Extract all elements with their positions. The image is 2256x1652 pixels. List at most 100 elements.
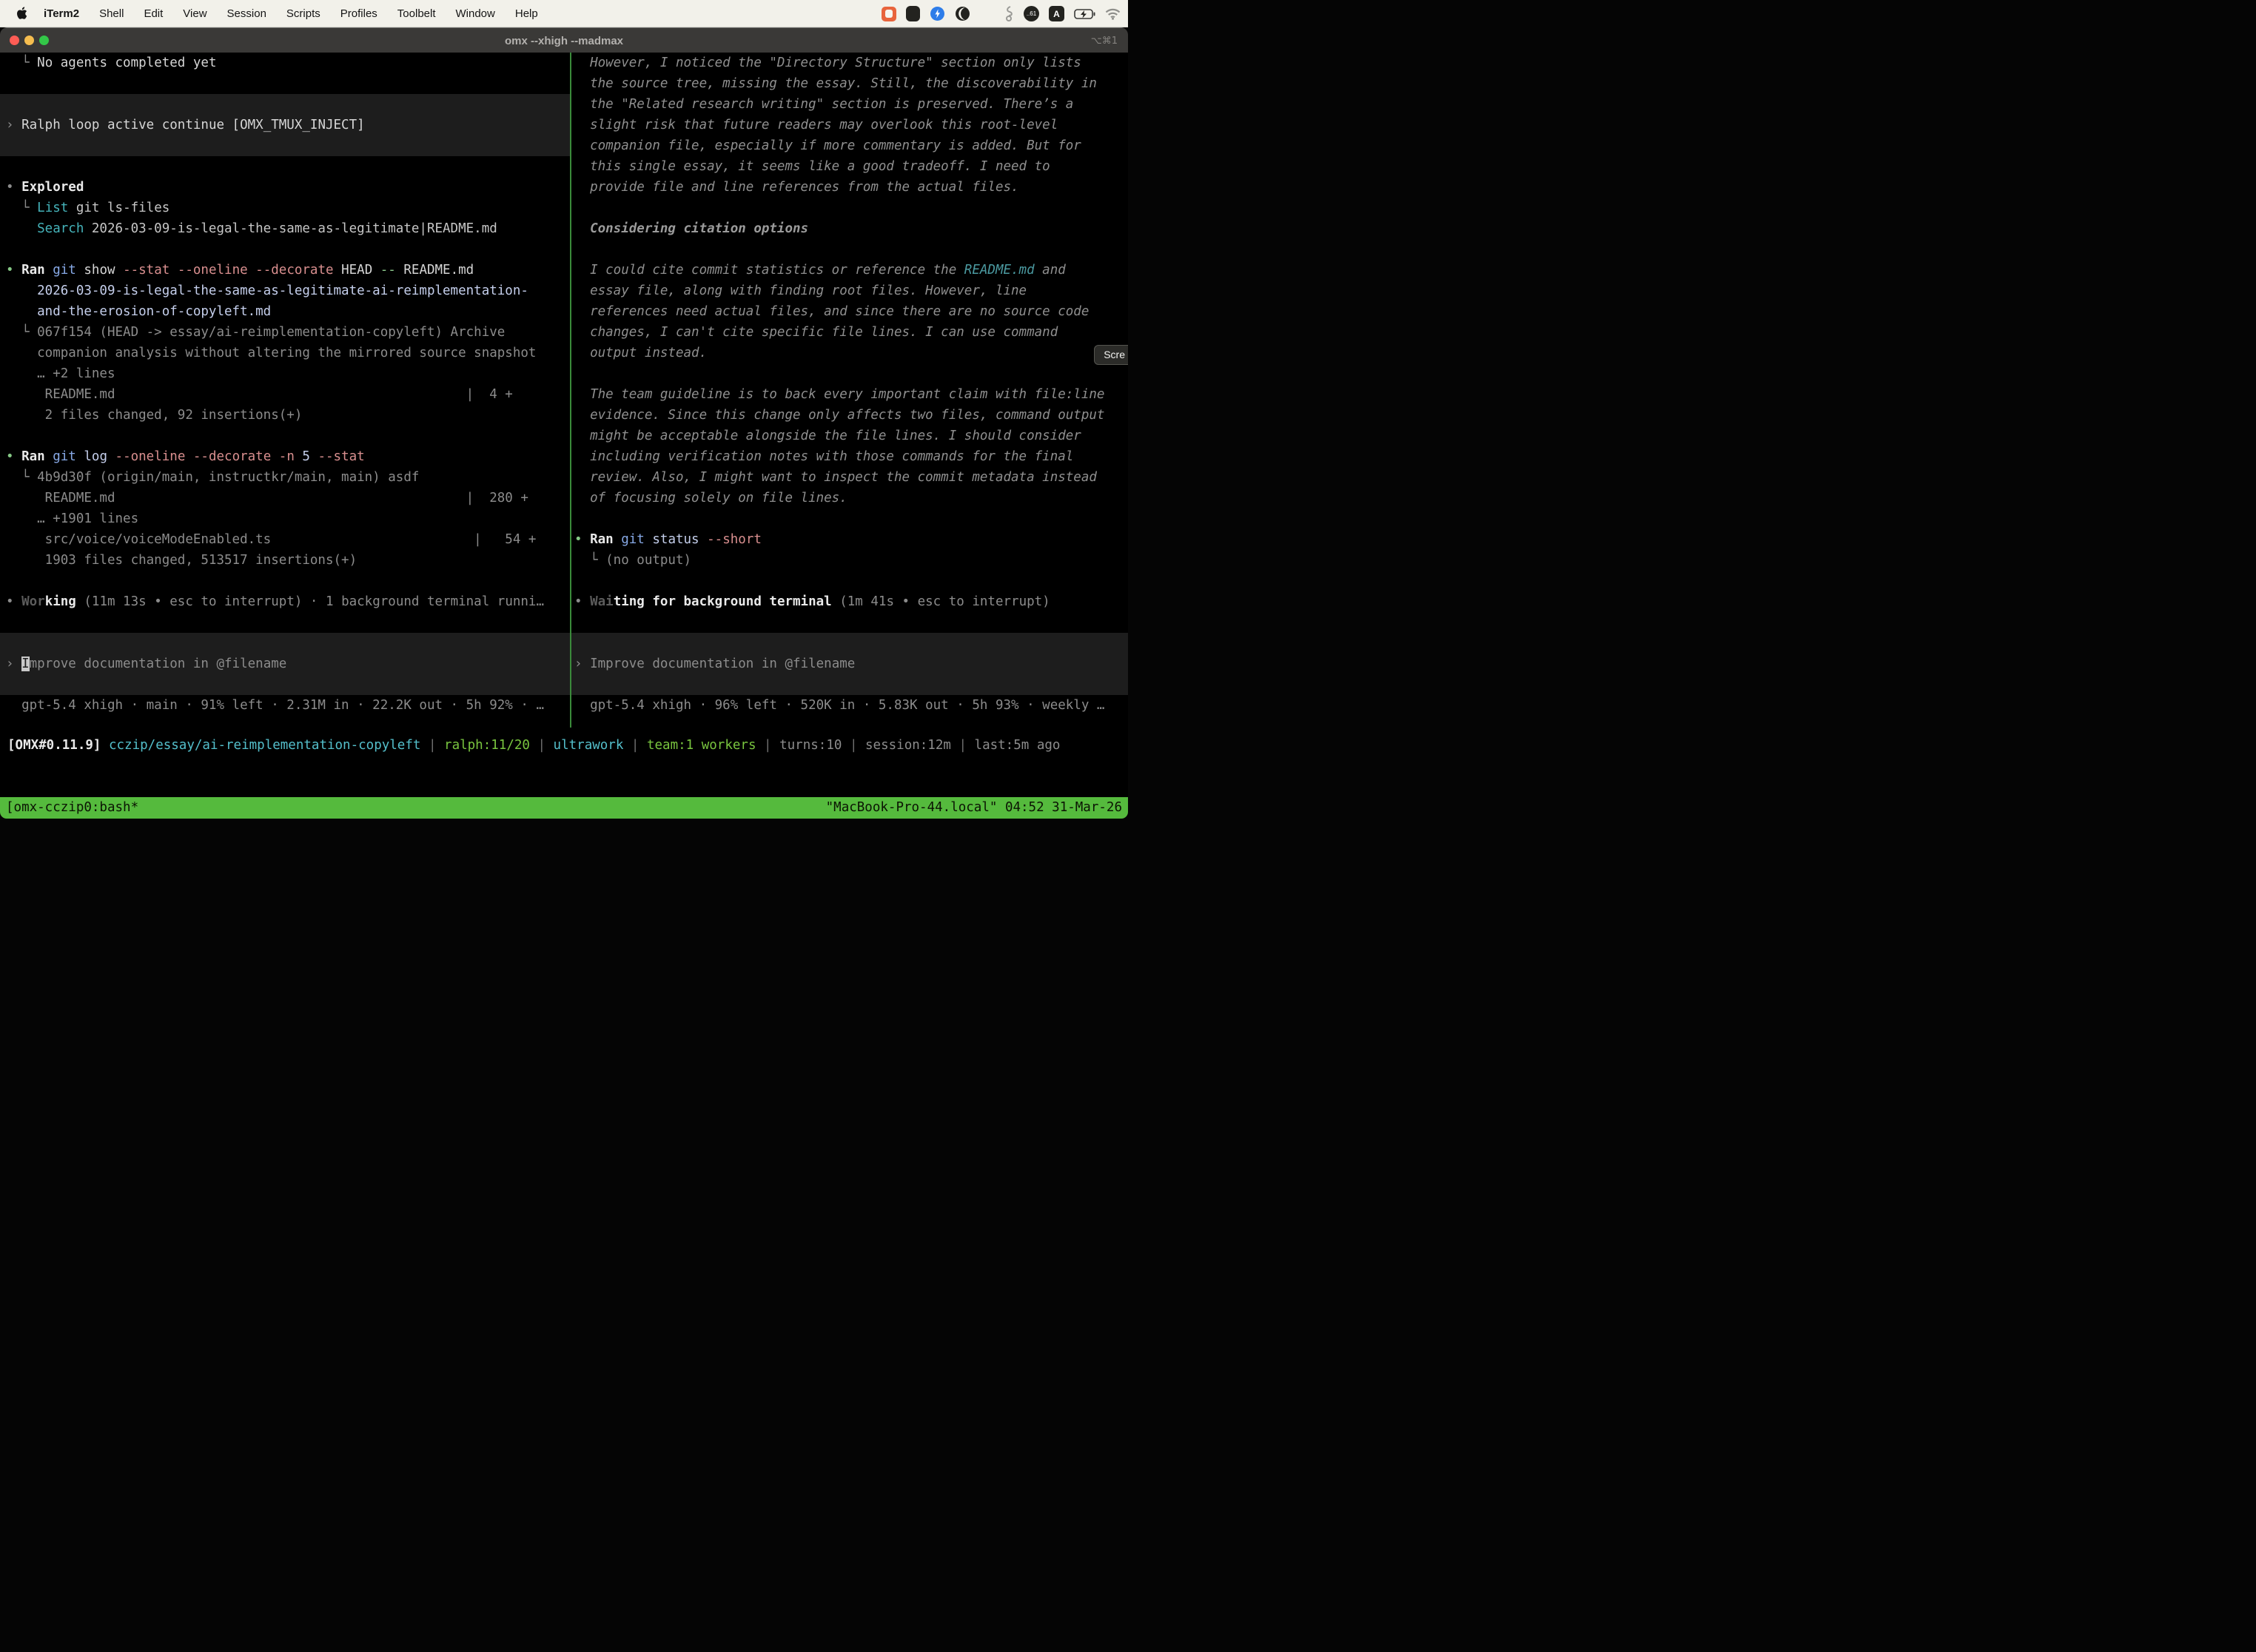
terminal-line: including verification notes with those … xyxy=(571,446,1128,467)
dots-grid-icon[interactable] xyxy=(980,7,994,21)
text-segment: provide file and line references from th… xyxy=(574,180,1019,195)
battery-icon[interactable] xyxy=(1074,9,1095,19)
text-segment: --stat xyxy=(310,449,365,464)
text-segment: mprove documentation in @filename xyxy=(30,657,287,671)
text-block: • Explored └ List git ls-files Search 20… xyxy=(0,156,570,633)
text-segment: last:5m ago xyxy=(975,738,1061,753)
macos-menu-bar: iTerm2 Shell Edit View Session Scripts P… xyxy=(0,0,1128,27)
terminal-line: src/voice/voiceModeEnabled.ts | 54 + xyxy=(0,529,570,550)
text-segment: --stat --oneline --decorate xyxy=(115,263,334,278)
text-segment: references need actual files, and since … xyxy=(574,304,1089,319)
terminal-line: └ No agents completed yet xyxy=(0,53,570,73)
terminal-line: references need actual files, and since … xyxy=(571,301,1128,322)
window-title-bar[interactable]: omx --xhigh --madmax ⌥⌘1 xyxy=(0,27,1128,53)
hook-utility-icon[interactable] xyxy=(1004,6,1014,22)
text-segment: evidence. Since this change only affects… xyxy=(574,408,1104,423)
blue-bolt-badge-icon[interactable] xyxy=(930,6,945,21)
text-segment: slight risk that future readers may over… xyxy=(574,118,1058,132)
terminal-area: └ No agents completed yet › Ralph loop a… xyxy=(0,53,1128,819)
menu-bar-status-icons: ..61 A xyxy=(882,0,1121,27)
menu-edit[interactable]: Edit xyxy=(144,7,163,20)
text-segment: --oneline --decorate -n xyxy=(107,449,295,464)
menu-help[interactable]: Help xyxy=(515,7,538,20)
text-segment: README.md | 4 + xyxy=(6,387,513,402)
terminal-line xyxy=(0,94,570,115)
screen-recording-indicator-icon[interactable] xyxy=(882,7,896,21)
text-segment: including verification notes with those … xyxy=(574,449,1073,464)
terminal-line: provide file and line references from th… xyxy=(571,177,1128,198)
terminal-line: • Explored xyxy=(0,177,570,198)
text-segment: Search xyxy=(6,221,84,236)
menu-shell[interactable]: Shell xyxy=(99,7,124,20)
text-segment: └ xyxy=(6,56,37,70)
prompt-band[interactable]: › Improve documentation in @filename xyxy=(0,633,570,695)
text-block: └ No agents completed yet xyxy=(0,53,570,94)
wifi-icon[interactable] xyxy=(1105,8,1121,20)
terminal-line: • Ran git show --stat --oneline --decora… xyxy=(0,260,570,281)
terminal-line: 1903 files changed, 513517 insertions(+) xyxy=(0,550,570,571)
text-segment: Ran xyxy=(21,449,45,464)
text-segment: Ralph loop active continue [OMX_TMUX_INJ… xyxy=(21,118,365,132)
terminal-line: gpt-5.4 xhigh · 96% left · 520K in · 5.8… xyxy=(571,695,1128,716)
text-segment: … +1901 lines xyxy=(6,511,138,526)
terminal-line: changes, I can't cite specific file line… xyxy=(571,322,1128,343)
text-segment: | xyxy=(756,738,780,753)
menu-iterm2[interactable]: iTerm2 xyxy=(44,7,79,20)
menu-profiles[interactable]: Profiles xyxy=(340,7,377,20)
menu-scripts[interactable]: Scripts xyxy=(286,7,320,20)
tab-shortcut-label: ⌥⌘1 xyxy=(1091,28,1118,53)
text-block: gpt-5.4 xhigh · 96% left · 520K in · 5.8… xyxy=(571,695,1128,716)
menu-view[interactable]: View xyxy=(183,7,207,20)
terminal-line: companion analysis without altering the … xyxy=(0,343,570,363)
terminal-line xyxy=(0,135,570,156)
left-terminal-pane[interactable]: └ No agents completed yet › Ralph loop a… xyxy=(0,53,570,716)
terminal-line xyxy=(571,633,1128,654)
terminal-line: └ 067f154 (HEAD -> essay/ai-reimplementa… xyxy=(0,322,570,343)
apple-menu-icon[interactable] xyxy=(16,7,27,20)
text-segment: | xyxy=(623,738,647,753)
text-segment: of focusing solely on file lines. xyxy=(574,491,847,506)
right-terminal-pane[interactable]: However, I noticed the "Directory Struct… xyxy=(571,53,1128,716)
grid-app-icon[interactable] xyxy=(906,6,920,21)
text-segment: and-the-erosion-of-copyleft.md xyxy=(6,304,271,319)
prompt-band[interactable]: › Improve documentation in @filename xyxy=(571,633,1128,695)
terminal-line: └ (no output) xyxy=(571,550,1128,571)
text-segment: List xyxy=(37,201,68,215)
crescent-app-icon[interactable] xyxy=(955,6,970,21)
terminal-line: gpt-5.4 xhigh · main · 91% left · 2.31M … xyxy=(0,695,570,716)
text-segment: | xyxy=(530,738,554,753)
text-segment: changes, I can't cite specific file line… xyxy=(574,325,1058,340)
text-segment: review. Also, I might want to inspect th… xyxy=(574,470,1097,485)
text-segment: gpt-5.4 xhigh · main · 91% left · 2.31M … xyxy=(6,698,544,713)
menu-toolbelt[interactable]: Toolbelt xyxy=(397,7,436,20)
terminal-line: › Improve documentation in @filename xyxy=(0,654,570,674)
text-segment: └ 4b9d30f (origin/main, instructkr/main,… xyxy=(6,470,419,485)
text-segment: HEAD xyxy=(334,263,373,278)
terminal-line: The team guideline is to back every impo… xyxy=(571,384,1128,405)
text-segment: | xyxy=(420,738,444,753)
input-source-icon[interactable]: A xyxy=(1049,6,1064,21)
menu-items: iTerm2 Shell Edit View Session Scripts P… xyxy=(44,7,538,20)
screen-tooltip: Scre xyxy=(1094,345,1128,365)
terminal-line: the "Related research writing" section i… xyxy=(571,94,1128,115)
menu-window[interactable]: Window xyxy=(456,7,495,20)
text-segment: └ 067f154 (HEAD -> essay/ai-reimplementa… xyxy=(6,325,505,340)
terminal-line: Search 2026-03-09-is-legal-the-same-as-l… xyxy=(0,218,570,239)
text-segment: team:1 workers xyxy=(647,738,756,753)
text-segment: (11m 13s • esc to interrupt) · 1 backgro… xyxy=(76,594,544,609)
terminal-line xyxy=(0,674,570,695)
desktop: iTerm2 Shell Edit View Session Scripts P… xyxy=(0,0,1128,826)
text-segment: README.md xyxy=(964,263,1035,278)
text-segment: and xyxy=(1035,263,1066,278)
ralph-status-band[interactable]: › Ralph loop active continue [OMX_TMUX_I… xyxy=(0,94,570,156)
battery-percent-badge-icon[interactable]: ..61 xyxy=(1024,6,1039,21)
tmux-session-label[interactable]: [omx-cczip0:bash* xyxy=(6,797,138,819)
menu-session[interactable]: Session xyxy=(227,7,266,20)
terminal-line: └ 4b9d30f (origin/main, instructkr/main,… xyxy=(0,467,570,488)
text-segment: essay file, along with finding root file… xyxy=(574,283,1027,298)
text-segment: git xyxy=(614,532,645,547)
text-segment: Wai xyxy=(590,594,614,609)
text-segment: Explored xyxy=(21,180,84,195)
terminal-line xyxy=(0,426,570,446)
text-segment: ting for background terminal xyxy=(614,594,832,609)
